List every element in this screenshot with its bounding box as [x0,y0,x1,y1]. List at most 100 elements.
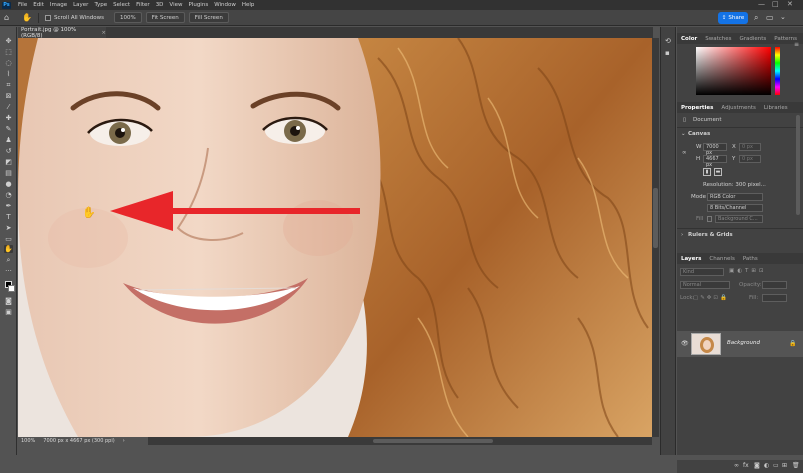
document-canvas[interactable]: ✋ [18,38,652,437]
document-tab[interactable]: Portrait.jpg @ 100% (RGB/8) × [18,27,106,39]
workspace-icon[interactable]: ▭ [766,13,774,22]
tab-libraries[interactable]: Libraries [760,105,792,111]
tab-swatches[interactable]: Swatches [701,36,735,42]
width-field[interactable]: 7000 px [703,143,727,156]
layer-name[interactable]: Background [727,340,760,346]
path-selection-tool-icon[interactable]: ➤ [4,224,13,232]
status-zoom[interactable]: 100% [21,438,35,444]
menu-filter[interactable]: Filter [133,2,153,8]
more-tools-icon[interactable]: ··· [4,267,13,275]
menu-image[interactable]: Image [47,2,70,8]
menu-type[interactable]: Type [91,2,110,8]
fx-icon[interactable]: fx [743,462,749,469]
scroll-all-windows-checkbox[interactable] [45,14,51,21]
brush-tool-icon[interactable]: ✎ [4,125,13,133]
landscape-orientation-icon[interactable]: ▬ [714,168,722,176]
bit-depth-select[interactable]: 8 Bits/Channel [707,204,763,212]
clone-stamp-tool-icon[interactable]: ♟ [4,136,13,144]
eraser-tool-icon[interactable]: ◩ [4,158,13,166]
color-picker-field[interactable] [696,47,771,95]
history-brush-tool-icon[interactable]: ↺ [4,147,13,155]
portrait-orientation-icon[interactable]: ▮ [703,168,711,176]
frame-tool-icon[interactable]: ⊠ [4,92,13,100]
comments-panel-icon[interactable]: ▪ [665,49,670,57]
menu-select[interactable]: Select [110,2,133,8]
workspace-chevron-icon[interactable]: ⌄ [780,13,786,21]
fill-swatch[interactable] [707,216,712,222]
properties-scroll-thumb[interactable] [796,115,800,215]
link-layers-icon[interactable]: ∞ [734,462,739,469]
tab-gradients[interactable]: Gradients [735,36,770,42]
tab-channels[interactable]: Channels [705,256,738,262]
move-tool-icon[interactable]: ✥ [4,37,13,45]
adjustment-layer-icon[interactable]: ◐ [764,462,769,469]
dodge-tool-icon[interactable]: ◔ [4,191,13,199]
tab-paths[interactable]: Paths [739,256,762,262]
minimize-button[interactable]: — [758,0,765,8]
quick-select-tool-icon[interactable]: ⌇ [4,70,13,78]
layer-filter-kind[interactable]: Kind [680,268,724,276]
height-field[interactable]: 4667 px [703,155,727,168]
blur-tool-icon[interactable]: ● [4,180,13,188]
eyedropper-tool-icon[interactable]: ⁄ [4,103,13,111]
zoom-tool-icon[interactable]: ⌕ [4,256,13,264]
blend-mode-select[interactable]: Normal [680,281,730,289]
new-layer-icon[interactable]: ⊞ [782,462,787,469]
quick-mask-icon[interactable]: ◙ [4,297,13,305]
menu-plugins[interactable]: Plugins [185,2,211,8]
crop-tool-icon[interactable]: ⌗ [4,81,13,89]
fill-select[interactable]: Background C... [715,215,763,223]
layer-filter-icons[interactable]: ▣◐T⊞⊡ [729,268,767,274]
visibility-eye-icon[interactable]: 👁 [681,340,689,347]
hue-slider[interactable] [775,47,780,95]
marquee-tool-icon[interactable]: ⬚ [4,48,13,56]
menu-help[interactable]: Help [239,2,258,8]
canvas-chevron-icon[interactable]: ⌄ [681,131,686,137]
x-field[interactable]: 0 px [739,143,761,151]
menu-layer[interactable]: Layer [70,2,91,8]
layer-row-background[interactable]: 👁 Background 🔒 [677,331,803,357]
status-arrow-icon[interactable]: › [123,438,125,444]
gradient-tool-icon[interactable]: ▤ [4,169,13,177]
menu-file[interactable]: File [15,2,30,8]
rulers-chevron-icon[interactable]: › [681,232,683,238]
rectangle-tool-icon[interactable]: ▭ [4,235,13,243]
type-tool-icon[interactable]: T [4,213,13,221]
share-button[interactable]: ⇪ Share [718,12,748,24]
home-icon[interactable]: ⌂ [4,13,16,22]
tab-properties[interactable]: Properties [677,105,717,111]
panel-menu-icon[interactable]: ≡ [794,41,799,48]
fill-screen-button[interactable]: Fill Screen [188,12,229,23]
lock-icons[interactable]: ▢✎✥⊡🔒 [693,295,729,301]
mode-select[interactable]: RGB Color [707,193,763,201]
delete-layer-icon[interactable]: 🗑 [792,462,800,469]
layer-fill-field[interactable] [762,294,787,302]
history-panel-icon[interactable]: ⟲ [665,37,671,45]
y-field[interactable]: 0 px [739,155,761,163]
horizontal-scroll-thumb[interactable] [373,439,493,443]
search-icon[interactable]: ⌕ [754,13,758,23]
add-mask-icon[interactable]: ◙ [754,462,760,469]
maximize-button[interactable]: □ [772,0,779,8]
screen-mode-icon[interactable]: ▣ [4,308,13,316]
pen-tool-icon[interactable]: ✒ [4,202,13,210]
menu-3d[interactable]: 3D [153,2,167,8]
fit-screen-button[interactable]: Fit Screen [145,12,185,23]
menu-window[interactable]: Window [211,2,239,8]
vertical-scroll-thumb[interactable] [653,188,658,248]
hand-tool-icon[interactable]: ✋ [4,245,13,253]
new-group-icon[interactable]: ▭ [773,462,779,469]
tab-color[interactable]: Color [677,36,701,42]
vertical-scrollbar[interactable] [652,38,659,437]
link-icon[interactable]: ∞ [682,150,687,156]
tab-adjustments[interactable]: Adjustments [717,105,759,111]
menu-view[interactable]: View [166,2,185,8]
opacity-field[interactable] [762,281,787,289]
hand-tool-preset-icon[interactable]: ✋ [22,13,38,22]
menu-edit[interactable]: Edit [30,2,47,8]
lasso-tool-icon[interactable]: ◌ [4,59,13,67]
healing-brush-tool-icon[interactable]: ✚ [4,114,13,122]
background-color-swatch[interactable] [8,285,15,292]
close-window-button[interactable]: ✕ [787,0,793,8]
zoom-100-button[interactable]: 100% [113,12,142,23]
